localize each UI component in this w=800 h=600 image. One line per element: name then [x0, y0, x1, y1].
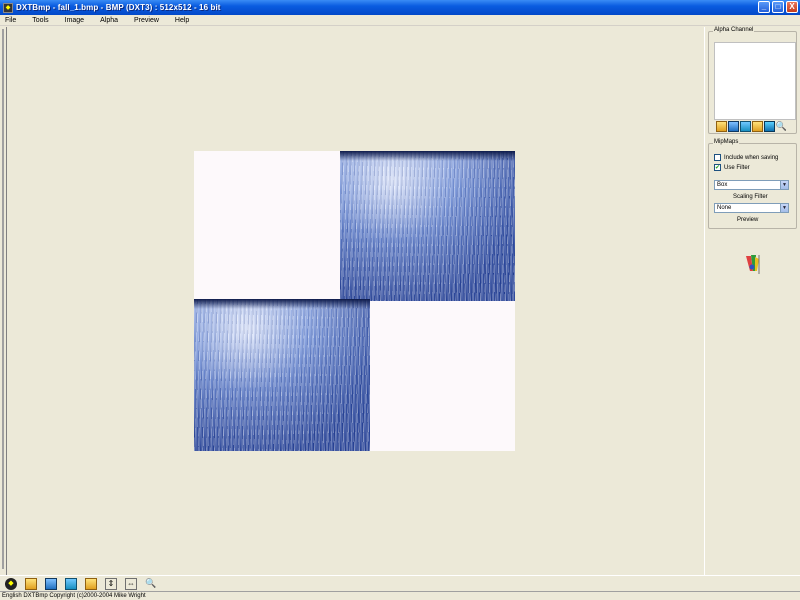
- folder-icon[interactable]: [716, 121, 727, 132]
- window-controls: _ □ X: [758, 1, 798, 13]
- scaling-filter-select[interactable]: None ▼: [714, 203, 789, 213]
- minimize-button[interactable]: _: [758, 1, 770, 13]
- image-icon[interactable]: [65, 577, 77, 590]
- save-icon[interactable]: [728, 121, 739, 132]
- mipmap-size-value: Box: [717, 182, 728, 188]
- image-icon[interactable]: [740, 121, 751, 132]
- mipmap-size-select[interactable]: Box ▼: [714, 180, 789, 190]
- magnifier-icon[interactable]: 🔍: [145, 577, 157, 590]
- mipmaps-group: MipMaps Include when saving ✔ Use Filter…: [708, 139, 797, 229]
- menu-image[interactable]: Image: [65, 17, 84, 24]
- mascot-icon: [746, 255, 760, 274]
- use-filter-label: Use Filter: [724, 164, 750, 171]
- image-tile-bottom-right: [370, 301, 515, 451]
- monitor-icon[interactable]: [764, 121, 775, 132]
- swap-vertical-icon[interactable]: ⇕: [105, 577, 117, 590]
- bottom-toolbar: ◆ ⇕ ⇔ 🔍: [0, 575, 800, 591]
- title-bar: ◆ DXTBmp - fall_1.bmp - BMP (DXT3) : 512…: [0, 0, 800, 15]
- right-panel: Alpha Channel 🔍 MipMaps Include when sav…: [706, 27, 800, 575]
- include-when-saving-label: Include when saving: [724, 154, 779, 161]
- logo-icon[interactable]: ◆: [5, 577, 17, 590]
- menu-help[interactable]: Help: [175, 17, 189, 24]
- alpha-preview: [714, 42, 796, 120]
- open-folder-icon[interactable]: [752, 121, 763, 132]
- magnifier-icon[interactable]: 🔍: [776, 121, 787, 132]
- alpha-channel-label: Alpha Channel: [713, 27, 755, 33]
- image-tile-top-right: [340, 151, 515, 301]
- app-icon[interactable]: ◆: [3, 2, 13, 13]
- left-splitter[interactable]: [0, 27, 7, 575]
- swap-horizontal-icon[interactable]: ⇔: [125, 577, 137, 590]
- scaling-filter-label: Scaling Filter: [733, 194, 768, 200]
- menu-file[interactable]: File: [5, 17, 16, 24]
- chevron-down-icon[interactable]: ▼: [780, 204, 788, 212]
- menu-alpha[interactable]: Alpha: [100, 17, 118, 24]
- chevron-down-icon[interactable]: ▼: [780, 181, 788, 189]
- alpha-channel-group: Alpha Channel 🔍: [708, 27, 797, 134]
- maximize-button[interactable]: □: [772, 1, 784, 13]
- scaling-filter-value: None: [717, 205, 732, 211]
- close-button[interactable]: X: [786, 1, 798, 13]
- open-folder-icon[interactable]: [25, 577, 37, 590]
- menu-preview[interactable]: Preview: [134, 17, 159, 24]
- include-when-saving-checkbox[interactable]: [714, 154, 721, 161]
- status-bar: English DXTBmp Copyright (c)2000-2004 Mi…: [0, 591, 800, 600]
- image-tile-bottom-left: [194, 299, 370, 451]
- preview-link[interactable]: Preview: [737, 217, 758, 223]
- menu-tools[interactable]: Tools: [32, 17, 48, 24]
- alpha-toolbar: 🔍: [716, 121, 787, 132]
- save-icon[interactable]: [45, 577, 57, 590]
- folder-icon[interactable]: [85, 577, 97, 590]
- use-filter-option[interactable]: ✔ Use Filter: [714, 164, 750, 171]
- include-when-saving-option[interactable]: Include when saving: [714, 154, 778, 161]
- image-canvas[interactable]: [194, 151, 515, 451]
- window-title: DXTBmp - fall_1.bmp - BMP (DXT3) : 512x5…: [16, 3, 221, 12]
- menu-bar: File Tools Image Alpha Preview Help: [0, 15, 800, 26]
- mipmaps-label: MipMaps: [713, 139, 740, 145]
- image-tile-top-left: [194, 151, 340, 299]
- use-filter-checkbox[interactable]: ✔: [714, 164, 721, 171]
